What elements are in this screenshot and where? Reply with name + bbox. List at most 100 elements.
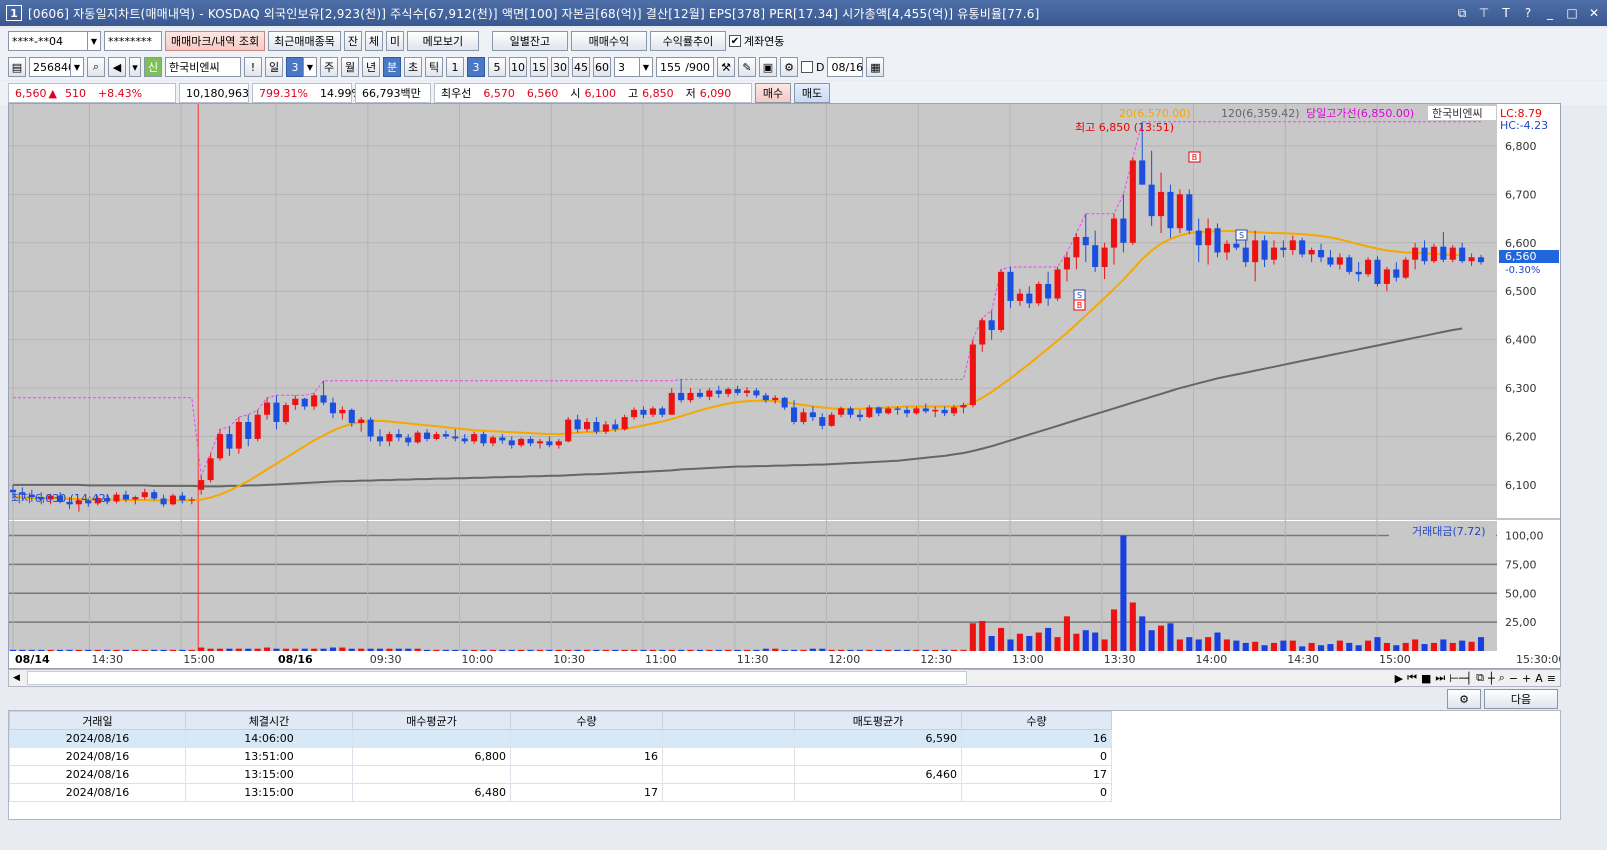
period-week-button[interactable]: 주: [320, 57, 338, 77]
zoom-slider-icon[interactable]: ⊢─┤: [1449, 672, 1472, 685]
speaker-icon[interactable]: ◀: [108, 57, 126, 77]
candle-body: [1026, 293, 1033, 304]
chart-scrollbar[interactable]: ◀ ▶ ⏮ ■ ⏭ ⊢─┤ ⧉ ┼ ⌕ − + A ≡: [8, 669, 1561, 687]
candle-body: [508, 440, 515, 446]
period-year-button[interactable]: 년: [362, 57, 380, 77]
memo-button[interactable]: 메모보기: [406, 31, 479, 51]
table-settings-icon[interactable]: ⚙: [1447, 689, 1481, 709]
period-second-button[interactable]: 초: [404, 57, 422, 77]
layout-icon[interactable]: ▤: [8, 57, 26, 77]
speaker-dropdown-icon[interactable]: ▾: [129, 57, 141, 77]
interval-count-field[interactable]: 3: [614, 57, 640, 77]
help-icon[interactable]: ?: [1519, 4, 1537, 22]
volume-bar: [1459, 640, 1466, 651]
recent-stocks-button[interactable]: 최근매매종목: [268, 31, 341, 51]
candle-body: [706, 390, 713, 397]
crosshair-icon[interactable]: ┼: [1488, 672, 1495, 685]
link-icon[interactable]: ⧉: [1453, 4, 1471, 22]
close-icon[interactable]: ✕: [1585, 4, 1603, 22]
unexecuted-button[interactable]: 미: [385, 31, 404, 51]
maximize-icon[interactable]: □: [1563, 4, 1581, 22]
zoom-out-icon[interactable]: −: [1509, 672, 1518, 685]
volume-bar: [386, 648, 393, 651]
account-link-checkbox[interactable]: ✔: [728, 35, 741, 47]
executed-button[interactable]: 체: [364, 31, 383, 51]
table-row[interactable]: 2024/08/16 13:15:00 6,480 17 0: [9, 783, 1112, 802]
price-chart[interactable]: 6,800 6,700 6,600 6,500 6,400 6,300 6,200 6,100…: [9, 104, 1565, 668]
text-tool-icon[interactable]: A: [1535, 672, 1543, 685]
candle-body: [461, 438, 468, 442]
range-field[interactable]: 155/900: [656, 57, 714, 77]
password-field[interactable]: ********: [104, 31, 162, 51]
period-month-button[interactable]: 월: [341, 57, 359, 77]
interval-15-button[interactable]: 15: [530, 57, 548, 77]
interval-10-button[interactable]: 10: [509, 57, 527, 77]
candle-body: [1101, 247, 1108, 267]
menu-icon[interactable]: ≡: [1547, 672, 1556, 685]
next-button[interactable]: 다음: [1484, 689, 1558, 709]
first-page-icon[interactable]: ⏮: [1407, 671, 1417, 685]
scroll-left-icon[interactable]: ◀: [13, 673, 20, 683]
interval-dropdown-icon[interactable]: ▼: [639, 57, 653, 77]
account-dropdown-icon[interactable]: ▼: [87, 31, 101, 51]
daily-balance-button[interactable]: 일별잔고: [491, 31, 568, 51]
stop-icon[interactable]: ■: [1421, 672, 1431, 685]
volume-bar: [659, 649, 666, 651]
buy-mark-1-text: B: [1077, 301, 1083, 310]
period-tick-button[interactable]: 틱: [425, 57, 443, 77]
interval-30-button[interactable]: 30: [551, 57, 569, 77]
code-dropdown-icon[interactable]: ▼: [70, 57, 84, 77]
save-icon[interactable]: ▣: [759, 57, 777, 77]
stock-name-field[interactable]: 한국비엔씨: [165, 57, 241, 77]
day-count-dropdown-icon[interactable]: ▼: [303, 57, 317, 77]
interval-3-button[interactable]: 3: [467, 57, 485, 77]
candle-body: [696, 392, 703, 397]
calendar-icon[interactable]: ▦: [866, 57, 885, 77]
trade-profit-button[interactable]: 매매수익: [570, 31, 647, 51]
interval-60-button[interactable]: 60: [593, 57, 611, 77]
period-day-button[interactable]: 일: [265, 57, 283, 77]
chart-panel[interactable]: 6,800 6,700 6,600 6,500 6,400 6,300 6,200 6,100…: [8, 103, 1565, 669]
indicator-icon[interactable]: ⚒: [717, 57, 735, 77]
interval-1-button[interactable]: 1: [446, 57, 464, 77]
interval-5-button[interactable]: 5: [488, 57, 506, 77]
font-size-icon[interactable]: T: [1497, 4, 1515, 22]
table-row[interactable]: 2024/08/16 13:15:00 6,460 17: [9, 765, 1112, 784]
table-row[interactable]: 2024/08/16 13:51:00 6,800 16 0: [9, 747, 1112, 766]
scroll-thumb[interactable]: [27, 671, 967, 685]
table-row[interactable]: 2024/08/16 14:06:00 6,590 16: [9, 729, 1112, 748]
d-checkbox[interactable]: [801, 61, 813, 73]
volume-bar: [160, 649, 167, 651]
candle-body: [583, 421, 591, 430]
pin-icon[interactable]: ⊤: [1475, 4, 1493, 22]
volume-bar: [273, 648, 280, 651]
minimize-icon[interactable]: _: [1541, 4, 1559, 22]
price-tick-label: 6,600: [1505, 237, 1537, 250]
interval-45-button[interactable]: 45: [572, 57, 590, 77]
return-trend-button[interactable]: 수익률추이: [649, 31, 726, 51]
search-icon[interactable]: ⌕: [87, 57, 105, 77]
table-cell: 13:15:00: [185, 783, 353, 802]
day-count-field[interactable]: 3: [286, 57, 304, 77]
sell-button[interactable]: 매도: [794, 83, 830, 103]
trade-mark-button[interactable]: 매매마크/내역 조회: [165, 31, 266, 51]
magnify-icon[interactable]: ⌕: [1499, 671, 1505, 685]
scroll-right-icon[interactable]: ▶: [1395, 672, 1403, 685]
period-minute-button[interactable]: 분: [383, 57, 401, 77]
volume-bar: [1336, 640, 1343, 651]
balance-button[interactable]: 잔: [343, 31, 362, 51]
zoom-in-icon[interactable]: +: [1522, 672, 1531, 685]
draw-icon[interactable]: ✎: [738, 57, 756, 77]
date-field[interactable]: 08/16: [827, 57, 864, 77]
buy-button[interactable]: 매수: [755, 83, 791, 103]
stock-code-field[interactable]: 256840: [29, 57, 75, 77]
alert-button[interactable]: !: [244, 57, 262, 77]
candle-body: [395, 434, 402, 438]
price-tick-label: 6,200: [1505, 431, 1537, 444]
settings-icon[interactable]: ⚙: [780, 57, 798, 77]
last-page-icon[interactable]: ⏭: [1435, 671, 1445, 685]
table-cell: 16: [961, 729, 1112, 748]
account-field[interactable]: ****-**04: [8, 31, 88, 51]
volume-bar: [1045, 627, 1052, 651]
copy-icon[interactable]: ⧉: [1476, 671, 1484, 685]
